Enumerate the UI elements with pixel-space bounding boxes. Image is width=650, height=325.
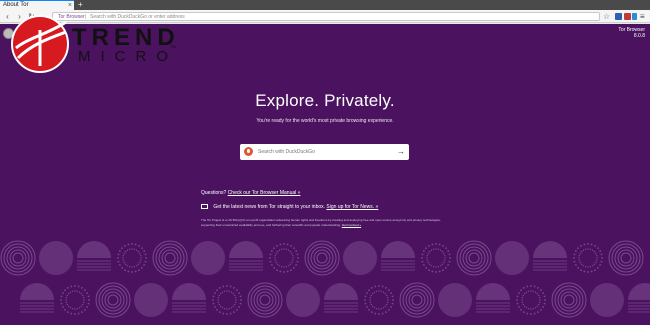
search-input[interactable]: Search with DuckDuckGo	[258, 144, 315, 160]
fine-print-text: The Tor Project is a US 501(c)(3) non-pr…	[201, 218, 441, 227]
search-submit-arrow-icon[interactable]: →	[397, 144, 405, 160]
newsletter-signup-link[interactable]: Sign up for Tor News. »	[326, 204, 378, 210]
get-involved-link[interactable]: Get Involved »	[342, 223, 361, 227]
logo-text-micro: MICRO	[78, 48, 178, 65]
manual-link[interactable]: Check our Tor Browser Manual »	[228, 190, 301, 196]
version-number: 8.0.8	[633, 33, 645, 39]
page-headline: Explore. Privately.	[255, 91, 395, 110]
logo-trademark: TM	[170, 44, 176, 49]
fine-print: The Tor Project is a US 501(c)(3) non-pr…	[201, 218, 446, 227]
bookmark-star-icon[interactable]: ☆	[603, 11, 610, 22]
questions-line: Questions? Check our Tor Browser Manual …	[201, 190, 300, 196]
newsletter-text: Get the latest news from Tor straight to…	[213, 204, 326, 210]
https-everywhere-icon[interactable]	[624, 13, 631, 20]
envelope-icon	[201, 204, 208, 209]
questions-label: Questions?	[201, 190, 227, 196]
newsletter-line: Get the latest news from Tor straight to…	[201, 204, 378, 210]
trend-micro-ball-icon	[11, 15, 69, 73]
page-subheadline: You're ready for the world's most privat…	[256, 118, 394, 124]
noscript-icon[interactable]	[615, 13, 622, 20]
duckduckgo-icon	[244, 147, 253, 156]
decorative-circle-pattern	[0, 240, 650, 318]
trend-micro-logo: TREND MICRO TM	[0, 0, 190, 80]
hamburger-menu-icon[interactable]: ≡	[640, 11, 645, 22]
version-info: Tor Browser 8.0.8	[618, 27, 645, 39]
tor-button-icon[interactable]	[632, 13, 637, 20]
search-box[interactable]: Search with DuckDuckGo →	[240, 144, 409, 160]
